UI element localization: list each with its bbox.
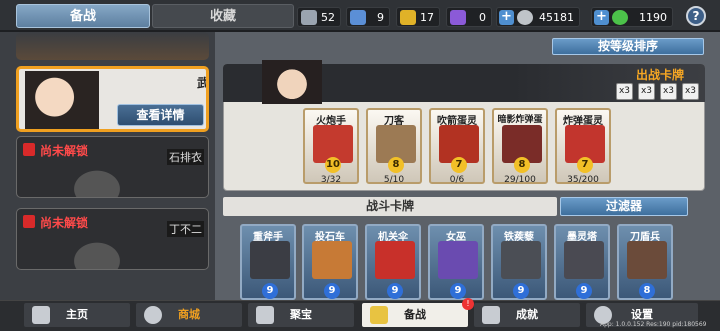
sort-by-level-button[interactable]: 按等级排序 xyxy=(552,38,704,55)
hero-list-panel[interactable]: 武 查看详情 尚未解锁 石排衣 尚未解锁 丁不二 xyxy=(0,32,215,300)
fight-card[interactable]: 重斧手 9 xyxy=(240,224,296,300)
card-art xyxy=(250,241,290,279)
locked-hero-name: 石排衣 xyxy=(167,149,204,165)
resource-value: 17 xyxy=(420,11,434,24)
resource-shield-silver: 52 xyxy=(297,7,341,27)
resource-silver-coin: + 45181 xyxy=(496,7,580,27)
card-cost: 9 xyxy=(387,283,403,299)
help-button[interactable]: ? xyxy=(686,6,706,26)
resource-green-gem: + 1190 xyxy=(591,7,673,27)
green-gem-icon xyxy=(612,10,628,25)
hero-card-partial[interactable] xyxy=(16,32,209,60)
skill-slot[interactable]: x3 xyxy=(616,83,633,100)
nav-label: 备战 xyxy=(404,308,426,321)
card-count: 29/100 xyxy=(504,175,536,185)
hero-portrait xyxy=(25,71,99,129)
card-art xyxy=(438,241,478,279)
battle-cards-title: 出战卡牌 xyxy=(635,68,684,82)
nav-achievements[interactable]: 成就 xyxy=(474,303,580,327)
nav-home[interactable]: 主页 xyxy=(24,303,130,327)
locked-label: 尚未解锁 xyxy=(40,144,89,158)
nav-label: 商城 xyxy=(178,308,200,321)
nav-treasure[interactable]: 聚宝 xyxy=(248,303,354,327)
gold-shield-icon xyxy=(400,10,416,25)
resource-value: 0 xyxy=(479,11,486,24)
tab-collect[interactable]: 收藏 xyxy=(152,4,294,28)
battle-card[interactable]: 刀客 8 5/10 xyxy=(366,108,422,185)
battle-card[interactable]: 炸弹蛋灵 7 35/200 xyxy=(555,108,611,185)
version-text: App: 1.0.0.152 Res:190 pid:180569 xyxy=(600,321,707,328)
nav-shop[interactable]: 商城 xyxy=(136,303,242,327)
hero-card-locked[interactable]: 尚未解锁 石排衣 xyxy=(16,136,209,198)
filter-button[interactable]: 过滤器 xyxy=(560,197,688,216)
fight-card[interactable]: 铁蒺藜 9 xyxy=(491,224,547,300)
card-art xyxy=(375,241,415,279)
nav-label: 聚宝 xyxy=(290,308,312,321)
locked-label: 尚未解锁 xyxy=(40,216,89,230)
card-cost: 9 xyxy=(450,283,466,299)
fight-card[interactable]: 机关伞 9 xyxy=(365,224,421,300)
card-cost: 9 xyxy=(576,283,592,299)
card-cost: 9 xyxy=(513,283,529,299)
card-count: 5/10 xyxy=(383,175,405,185)
hero-silhouette xyxy=(57,229,137,269)
card-cost: 7 xyxy=(451,157,467,173)
resource-value: 1190 xyxy=(639,11,667,24)
skill-slot[interactable]: x3 xyxy=(660,83,677,100)
view-details-button[interactable]: 查看详情 xyxy=(117,104,204,126)
resource-shield-purple: 0 xyxy=(446,7,492,27)
nav-label: 主页 xyxy=(66,308,88,321)
fight-card[interactable]: 刀盾兵 8 xyxy=(617,224,673,300)
card-art xyxy=(501,241,541,279)
purple-shield-icon xyxy=(450,10,466,25)
card-cost: 9 xyxy=(262,283,278,299)
card-count: 0/6 xyxy=(449,175,465,185)
fight-card[interactable]: 投石车 9 xyxy=(302,224,358,300)
add-gem-button[interactable]: + xyxy=(594,10,609,25)
hero-card-locked[interactable]: 尚未解锁 丁不二 xyxy=(16,208,209,270)
skill-slot[interactable]: x3 xyxy=(638,83,655,100)
locked-hero-name: 丁不二 xyxy=(167,221,204,237)
card-cost: 8 xyxy=(388,157,404,173)
card-art xyxy=(564,241,604,279)
silver-shield-icon xyxy=(301,10,317,25)
notification-badge: ! xyxy=(462,298,474,310)
battle-card[interactable]: 暗影炸弹蛋灵 8 29/100 xyxy=(492,108,548,185)
resource-value: 52 xyxy=(321,11,335,24)
battle-card[interactable]: 吹箭蛋灵 7 0/6 xyxy=(429,108,485,185)
skill-slot[interactable]: x3 xyxy=(682,83,699,100)
resource-value: 45181 xyxy=(539,11,574,24)
silver-coin-icon xyxy=(517,10,533,25)
card-art xyxy=(312,241,352,279)
card-cost: 7 xyxy=(577,157,593,173)
lock-icon xyxy=(23,143,35,156)
hero-name: 武 xyxy=(197,76,209,90)
hero-card-selected[interactable]: 武 查看详情 xyxy=(16,66,209,132)
card-count: 35/200 xyxy=(567,175,599,185)
card-art xyxy=(627,241,667,279)
card-cost: 10 xyxy=(325,157,341,173)
lock-icon xyxy=(23,215,35,228)
battle-card[interactable]: 火炮手 10 3/32 xyxy=(303,108,359,185)
hero-portrait-small xyxy=(262,60,322,104)
tab-prep[interactable]: 备战 xyxy=(16,4,150,28)
hero-silhouette xyxy=(57,157,137,197)
add-coin-button[interactable]: + xyxy=(499,10,514,25)
nav-prep[interactable]: 备战 xyxy=(362,303,468,327)
blue-shield-icon xyxy=(350,10,366,25)
card-cost: 8 xyxy=(639,283,655,299)
card-count: 3/32 xyxy=(320,175,342,185)
resource-shield-blue: 9 xyxy=(346,7,390,27)
card-cost: 9 xyxy=(324,283,340,299)
resource-value: 9 xyxy=(377,11,384,24)
nav-label: 成就 xyxy=(516,308,538,321)
card-cost: 8 xyxy=(514,157,530,173)
fight-cards-title: 战斗卡牌 xyxy=(223,197,557,216)
resource-shield-gold: 17 xyxy=(396,7,440,27)
fight-card[interactable]: 墨灵塔 9 xyxy=(554,224,610,300)
fight-card[interactable]: 女巫 9 xyxy=(428,224,484,300)
